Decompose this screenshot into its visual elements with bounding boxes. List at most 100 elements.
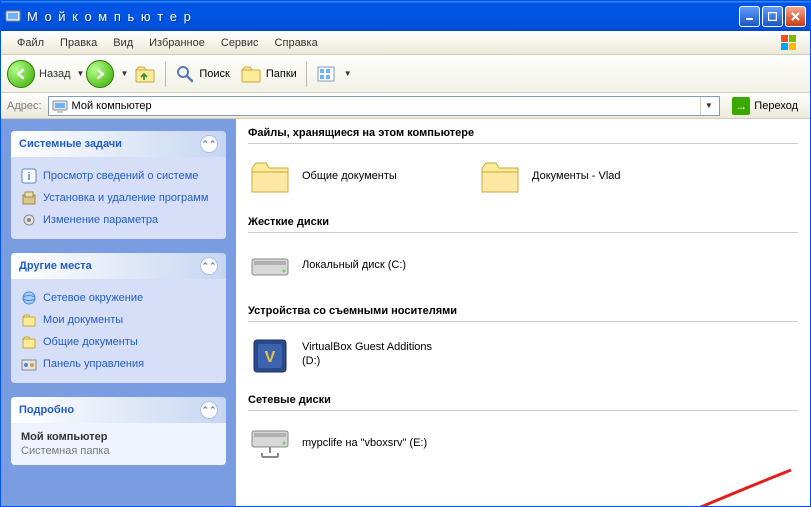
- forward-button[interactable]: ▼: [86, 60, 128, 88]
- item-virtualbox-additions[interactable]: V VirtualBox Guest Additions (D:): [248, 332, 448, 376]
- details-name: Мой компьютер: [21, 431, 216, 443]
- side-panel: Системные задачи ⌃⌃ i Просмотр сведений …: [1, 119, 236, 506]
- address-dropdown-icon[interactable]: ▼: [700, 97, 716, 115]
- details-title: Подробно: [19, 404, 74, 416]
- back-icon: [7, 60, 35, 88]
- place-network[interactable]: Сетевое окружение: [21, 287, 216, 309]
- item-network-drive-e[interactable]: mypclife на "vboxsrv" (E:): [248, 421, 448, 465]
- task-label: Изменение параметра: [43, 214, 158, 226]
- address-value: Мой компьютер: [72, 100, 697, 112]
- network-icon: [21, 290, 37, 306]
- search-label: Поиск: [199, 68, 229, 80]
- content-area: Системные задачи ⌃⌃ i Просмотр сведений …: [1, 119, 810, 506]
- network-drive-icon: [248, 421, 292, 465]
- item-shared-documents[interactable]: Общие документы: [248, 154, 448, 198]
- item-grid: V VirtualBox Guest Additions (D:): [248, 332, 798, 376]
- item-local-disk-c[interactable]: Локальный диск (C:): [248, 243, 448, 287]
- forward-icon: [86, 60, 114, 88]
- system-tasks-header[interactable]: Системные задачи ⌃⌃: [11, 131, 226, 157]
- system-tasks-panel: Системные задачи ⌃⌃ i Просмотр сведений …: [11, 131, 226, 239]
- item-label: Общие документы: [302, 169, 397, 183]
- address-label: Адрес:: [7, 100, 42, 112]
- search-icon: [175, 64, 195, 84]
- annotation-arrow-icon: [656, 465, 796, 506]
- folders-icon: [240, 64, 262, 84]
- main-area: Файлы, хранящиеся на этом компьютере Общ…: [236, 119, 810, 506]
- search-button[interactable]: Поиск: [171, 62, 233, 86]
- views-dropdown-icon[interactable]: ▼: [344, 69, 352, 78]
- computer-icon: [52, 98, 68, 114]
- back-button[interactable]: Назад ▼: [7, 60, 84, 88]
- toolbar-separator: [165, 61, 166, 87]
- titlebar[interactable]: М о й к о м п ь ю т е р: [1, 1, 810, 31]
- system-tasks-body: i Просмотр сведений о системе Установка …: [11, 157, 226, 239]
- go-button[interactable]: → Переход: [726, 95, 804, 117]
- minimize-button[interactable]: [739, 6, 760, 27]
- place-shared-documents[interactable]: Общие документы: [21, 331, 216, 353]
- section-header: Сетевые диски: [248, 394, 798, 411]
- item-grid: Общие документы Документы - Vlad: [248, 154, 798, 198]
- task-view-system-info[interactable]: i Просмотр сведений о системе: [21, 165, 216, 187]
- item-label: Документы - Vlad: [532, 169, 621, 183]
- folders-button[interactable]: Папки: [236, 62, 301, 86]
- menu-file[interactable]: Файл: [9, 34, 52, 52]
- info-icon: i: [21, 168, 37, 184]
- chevron-up-icon[interactable]: ⌃⌃: [200, 135, 218, 153]
- item-grid: Локальный диск (C:): [248, 243, 798, 287]
- windows-logo-icon: [776, 33, 804, 53]
- task-add-remove-programs[interactable]: Установка и удаление программ: [21, 187, 216, 209]
- address-input[interactable]: Мой компьютер ▼: [48, 96, 721, 116]
- views-button[interactable]: ▼: [312, 62, 356, 86]
- app-icon: [5, 8, 21, 24]
- menu-edit[interactable]: Правка: [52, 34, 105, 52]
- system-tasks-title: Системные задачи: [19, 138, 122, 150]
- details-header[interactable]: Подробно ⌃⌃: [11, 397, 226, 423]
- place-label: Панель управления: [43, 358, 144, 370]
- shared-folder-icon: [21, 334, 37, 350]
- menu-tools[interactable]: Сервис: [213, 34, 267, 52]
- window-controls: [739, 6, 806, 27]
- toolbar-separator-2: [306, 61, 307, 87]
- folder-icon: [248, 154, 292, 198]
- task-label: Просмотр сведений о системе: [43, 170, 198, 182]
- svg-text:i: i: [27, 171, 30, 183]
- menu-favorites[interactable]: Избранное: [141, 34, 213, 52]
- section-header: Устройства со съемными носителями: [248, 305, 798, 322]
- details-type: Системная папка: [21, 445, 216, 457]
- section-user-files: Файлы, хранящиеся на этом компьютере Общ…: [248, 127, 798, 198]
- forward-dropdown-icon[interactable]: ▼: [120, 69, 128, 78]
- documents-icon: [21, 312, 37, 328]
- other-places-header[interactable]: Другие места ⌃⌃: [11, 253, 226, 279]
- item-user-documents[interactable]: Документы - Vlad: [478, 154, 678, 198]
- addressbar: Адрес: Мой компьютер ▼ → Переход: [1, 93, 810, 119]
- folders-label: Папки: [266, 68, 297, 80]
- details-body: Мой компьютер Системная папка: [11, 423, 226, 465]
- section-removable: Устройства со съемными носителями V Virt…: [248, 305, 798, 376]
- control-panel-icon: [21, 356, 37, 372]
- install-icon: [21, 190, 37, 206]
- chevron-up-icon[interactable]: ⌃⌃: [200, 257, 218, 275]
- maximize-button[interactable]: [762, 6, 783, 27]
- go-label: Переход: [754, 100, 798, 112]
- place-label: Общие документы: [43, 336, 138, 348]
- item-label: VirtualBox Guest Additions (D:): [302, 340, 448, 369]
- svg-text:V: V: [265, 349, 276, 366]
- place-label: Мои документы: [43, 314, 123, 326]
- details-panel: Подробно ⌃⌃ Мой компьютер Системная папк…: [11, 397, 226, 465]
- menu-view[interactable]: Вид: [105, 34, 141, 52]
- section-header: Файлы, хранящиеся на этом компьютере: [248, 127, 798, 144]
- section-hard-drives: Жесткие диски Локальный диск (C:): [248, 216, 798, 287]
- item-label: Локальный диск (C:): [302, 258, 406, 272]
- place-my-documents[interactable]: Мои документы: [21, 309, 216, 331]
- menu-help[interactable]: Справка: [267, 34, 326, 52]
- chevron-up-icon[interactable]: ⌃⌃: [200, 401, 218, 419]
- views-icon: [316, 64, 338, 84]
- close-button[interactable]: [785, 6, 806, 27]
- folder-icon: [478, 154, 522, 198]
- back-dropdown-icon[interactable]: ▼: [77, 69, 85, 78]
- other-places-panel: Другие места ⌃⌃ Сетевое окружение Мои до…: [11, 253, 226, 383]
- place-control-panel[interactable]: Панель управления: [21, 353, 216, 375]
- task-change-setting[interactable]: Изменение параметра: [21, 209, 216, 231]
- toolbar: Назад ▼ ▼ Поиск Папки ▼: [1, 55, 810, 93]
- up-button[interactable]: [130, 61, 160, 87]
